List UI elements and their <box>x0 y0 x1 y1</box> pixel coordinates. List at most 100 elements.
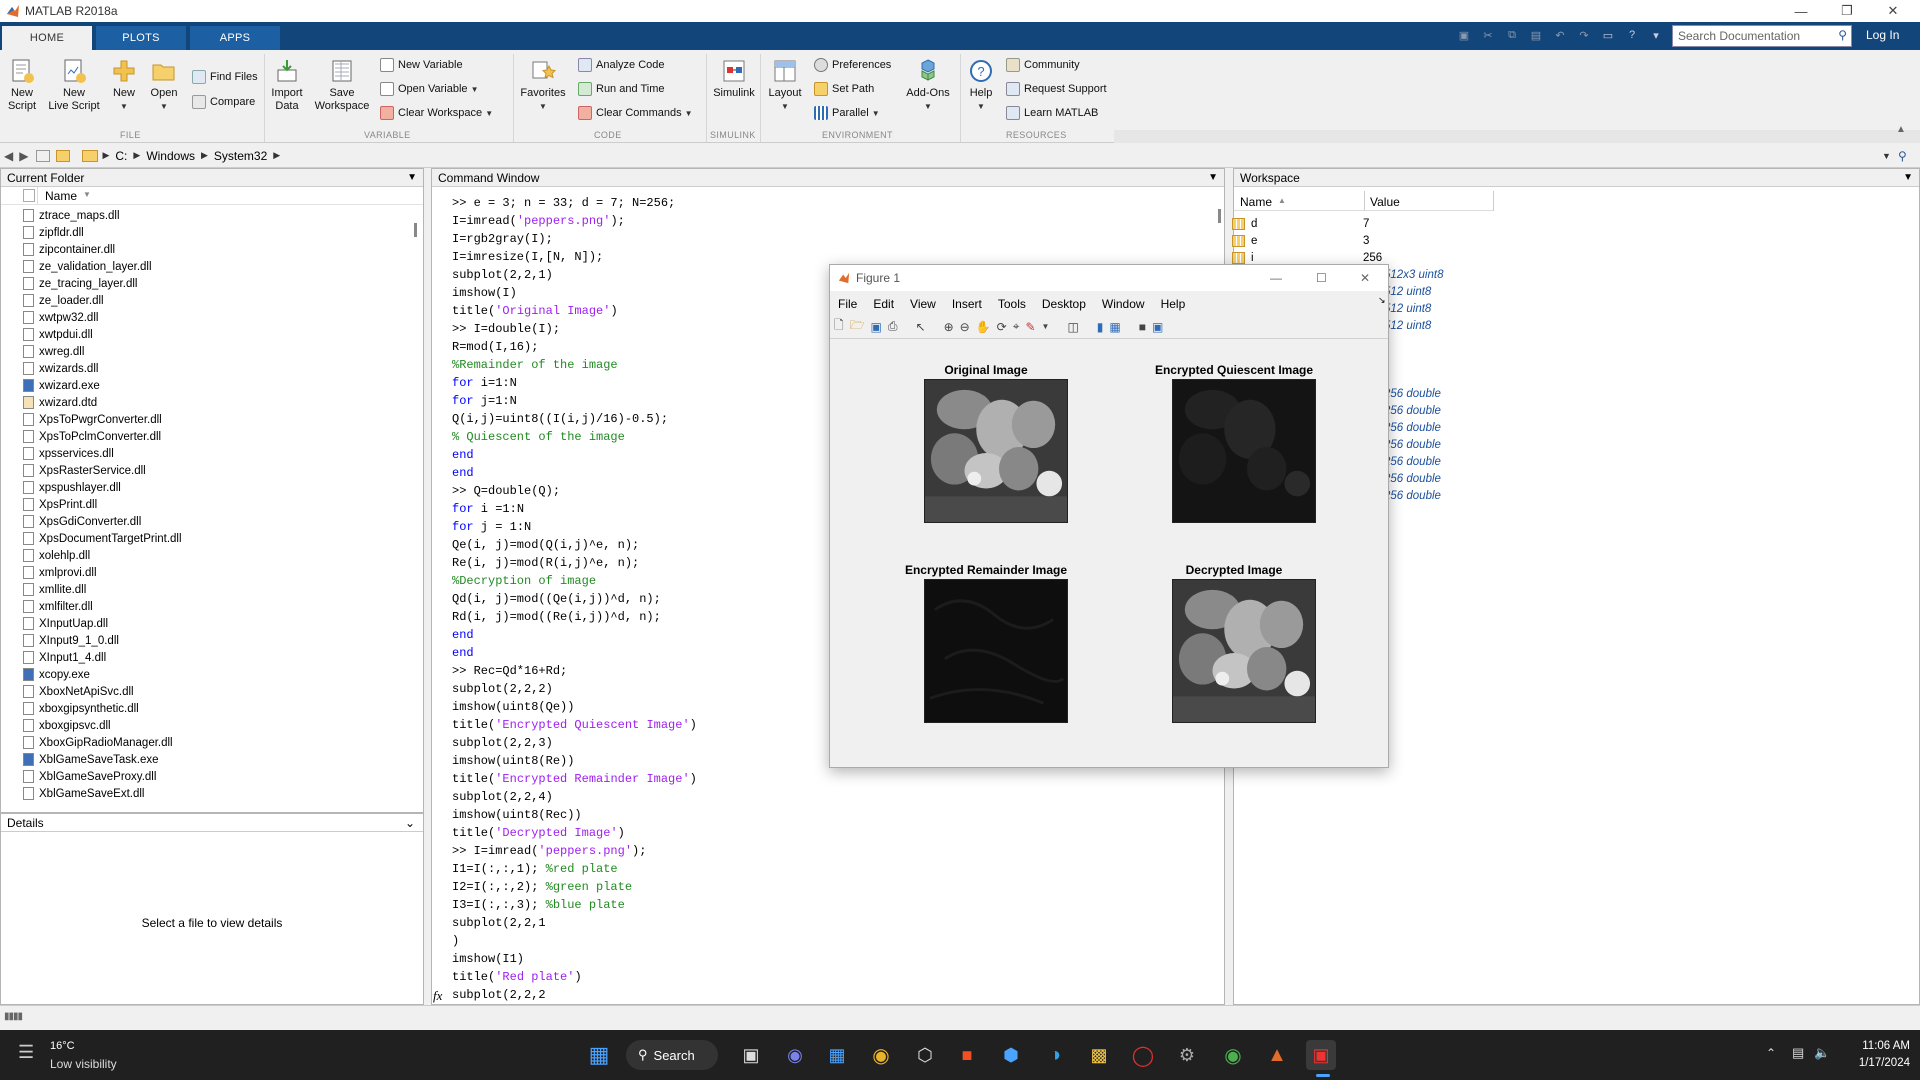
redo-icon[interactable]: ↷ <box>1574 26 1594 44</box>
close-icon[interactable]: ✕ <box>1870 0 1916 22</box>
help-button[interactable]: ? Help ▼ <box>966 58 996 113</box>
favorites-button[interactable]: Favorites ▼ <box>520 58 566 113</box>
show-hidden-icons[interactable]: ⌃ <box>1766 1046 1776 1060</box>
figure-minimize-icon[interactable]: — <box>1270 271 1282 285</box>
path-segment-windows[interactable]: Windows <box>146 149 195 163</box>
figure-window[interactable]: Figure 1 — ☐ ✕ File Edit View Insert Tools De… <box>829 264 1389 768</box>
file-list-item[interactable]: xmlfilter.dll <box>23 598 93 615</box>
colorbar-icon[interactable]: ▮ <box>1097 320 1104 334</box>
file-explorer-icon[interactable]: ▩ <box>1084 1040 1114 1070</box>
minimize-icon[interactable]: — <box>1778 0 1824 22</box>
set-path-button[interactable]: Set Path <box>814 82 874 96</box>
panel-actions-icon[interactable]: ▼ <box>407 172 417 183</box>
chrome-icon[interactable]: ◉ <box>866 1040 896 1070</box>
hide-plot-tools-icon[interactable]: ■ <box>1139 320 1146 334</box>
panel-actions-icon[interactable]: ▼ <box>1903 172 1913 183</box>
file-list-item[interactable]: XInput1_4.dll <box>23 649 106 666</box>
clear-workspace-button[interactable]: Clear Workspace ▼ <box>380 106 493 120</box>
chrome-profile-icon[interactable]: ◉ <box>1218 1040 1248 1070</box>
open-file-icon[interactable]: 🗁 <box>850 316 865 337</box>
file-list-item[interactable]: XInputUap.dll <box>23 615 108 632</box>
new-figure-icon[interactable]: 🗋 <box>834 316 844 337</box>
taskbar-time[interactable]: 11:06 AM <box>1834 1040 1910 1052</box>
office-icon[interactable]: ■ <box>952 1040 982 1070</box>
weather-temperature[interactable]: 16°C <box>50 1040 75 1052</box>
forward-arrow-icon[interactable]: ▶ <box>19 149 28 163</box>
clear-commands-button[interactable]: Clear Commands ▼ <box>578 106 693 120</box>
taskbar-date[interactable]: 1/17/2024 <box>1834 1057 1910 1069</box>
file-list-item[interactable]: xpsservices.dll <box>23 445 114 462</box>
print-icon[interactable]: ⎙ <box>888 319 898 334</box>
figure-menu-view[interactable]: View <box>902 295 944 313</box>
paste-icon[interactable]: ▤ <box>1526 26 1546 44</box>
figure-menu-tools[interactable]: Tools <box>990 295 1034 313</box>
help-icon[interactable]: ? <box>1622 26 1642 44</box>
path-segment-drive[interactable]: C: <box>115 149 127 163</box>
path-segment-system32[interactable]: System32 <box>214 149 267 163</box>
collapse-ribbon-icon[interactable]: ▲ <box>1896 124 1906 135</box>
preferences-button[interactable]: Preferences <box>814 58 891 72</box>
community-button[interactable]: Community <box>1006 58 1080 72</box>
file-list-item[interactable]: xmlprovi.dll <box>23 564 97 581</box>
encrypted-remainder-image[interactable] <box>924 579 1068 723</box>
figure-menu-window[interactable]: Window <box>1094 295 1153 313</box>
save-workspace-button[interactable]: Save Workspace <box>312 58 372 113</box>
legend-icon[interactable]: ▦ <box>1109 320 1120 334</box>
cut-icon[interactable]: ✂ <box>1478 26 1498 44</box>
workspace-variable-row[interactable]: e3 <box>1232 232 1369 249</box>
data-cursor-icon[interactable]: ⌖ <box>1013 319 1020 334</box>
brush-dropdown-icon[interactable]: ▼ <box>1042 322 1050 331</box>
file-list-item[interactable]: ze_loader.dll <box>23 292 104 309</box>
file-list-item[interactable]: xwtpdui.dll <box>23 326 93 343</box>
analyze-code-button[interactable]: Analyze Code <box>578 58 665 72</box>
parallel-button[interactable]: Parallel ▼ <box>814 106 880 120</box>
file-list-item[interactable]: xolehlp.dll <box>23 547 90 564</box>
run-and-time-button[interactable]: Run and Time <box>578 82 664 96</box>
compare-button[interactable]: Compare <box>192 95 255 109</box>
simulink-button[interactable]: Simulink <box>712 58 756 100</box>
add-ons-button[interactable]: Add-Ons ▼ <box>904 58 952 113</box>
weather-icon[interactable]: ☰ <box>18 1042 34 1063</box>
file-list-item[interactable]: XpsDocumentTargetPrint.dll <box>23 530 182 547</box>
tab-apps[interactable]: APPS <box>190 26 280 50</box>
search-folder-icon[interactable]: ⚲ <box>1898 149 1907 163</box>
new-button[interactable]: New ▼ <box>108 58 140 113</box>
matlab-taskbar-icon[interactable]: ▲ <box>1262 1040 1292 1070</box>
file-list-item[interactable]: zipfldr.dll <box>23 224 84 241</box>
store-icon[interactable]: ▦ <box>822 1040 852 1070</box>
figure-taskbar-icon[interactable]: ▣ <box>1306 1040 1336 1070</box>
scrollbar-thumb[interactable] <box>414 223 417 237</box>
open-variable-button[interactable]: Open Variable ▼ <box>380 82 479 96</box>
layout-button[interactable]: Layout ▼ <box>766 58 804 113</box>
figure-menu-help[interactable]: Help <box>1153 295 1194 313</box>
undo-icon[interactable]: ↶ <box>1550 26 1570 44</box>
search-documentation-input[interactable]: Search Documentation ⚲ <box>1672 25 1852 47</box>
tab-home[interactable]: HOME <box>2 26 92 50</box>
quick-access-menu-icon[interactable]: ▾ <box>1646 26 1666 44</box>
file-list-item[interactable]: xwizard.dtd <box>23 394 97 411</box>
scrollbar-thumb[interactable] <box>1218 209 1221 223</box>
taskbar-search-button[interactable]: ⚲ Search <box>626 1040 718 1070</box>
file-list-item[interactable]: XblGameSaveProxy.dll <box>23 768 156 785</box>
volume-icon[interactable]: 🔈 <box>1814 1045 1830 1061</box>
back-arrow-icon[interactable]: ◀ <box>4 149 13 163</box>
file-list-item[interactable]: XpsRasterService.dll <box>23 462 146 479</box>
file-list-item[interactable]: zipcontainer.dll <box>23 241 115 258</box>
file-list-item[interactable]: xboxgipsvc.dll <box>23 717 111 734</box>
weather-description[interactable]: Low visibility <box>50 1057 117 1071</box>
open-button[interactable]: Open ▼ <box>148 58 180 113</box>
file-list-item[interactable]: ze_validation_layer.dll <box>23 258 152 275</box>
new-variable-button[interactable]: New Variable <box>380 58 463 72</box>
tab-plots[interactable]: PLOTS <box>96 26 186 50</box>
file-list-item[interactable]: xmllite.dll <box>23 581 86 598</box>
task-view-icon[interactable]: ▣ <box>736 1040 766 1070</box>
panel-actions-icon[interactable]: ▼ <box>1208 172 1218 183</box>
brush-icon[interactable]: ✎ <box>1025 320 1035 334</box>
save-figure-icon[interactable]: ▣ <box>871 320 882 334</box>
file-list-item[interactable]: XInput9_1_0.dll <box>23 632 119 649</box>
workspace-variable-row[interactable]: d7 <box>1232 215 1369 232</box>
name-column-header[interactable]: Name <box>45 189 77 203</box>
rotate-3d-icon[interactable]: ⟳ <box>997 320 1007 334</box>
file-list-item[interactable]: XpsToPclmConverter.dll <box>23 428 161 445</box>
search-icon[interactable]: ⚲ <box>1838 28 1847 42</box>
